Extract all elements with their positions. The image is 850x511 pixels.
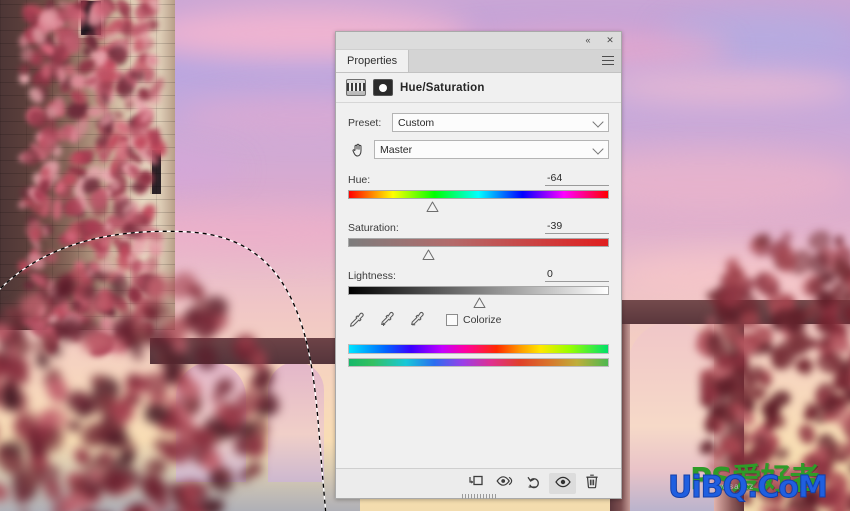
eye-icon — [554, 475, 571, 493]
slider-thumb[interactable] — [472, 297, 487, 309]
slider-track[interactable] — [348, 238, 609, 260]
slider-label: Saturation: — [348, 222, 399, 234]
panel-body: Preset: Custom Master Hue: -64 Saturation: — [336, 103, 621, 468]
delete-adjustment-button[interactable] — [578, 473, 605, 494]
slider-label: Lightness: — [348, 270, 396, 282]
chevron-down-icon — [592, 143, 604, 155]
ivy-leaf — [108, 45, 128, 64]
reset-button[interactable] — [520, 473, 547, 494]
color-range-spectrum — [348, 344, 609, 367]
slider-thumb[interactable] — [425, 201, 440, 213]
tree-leaf — [67, 420, 81, 431]
channel-select[interactable]: Master — [374, 140, 609, 159]
slider-header: Hue: -64 — [348, 171, 609, 186]
clip-to-layer-button[interactable] — [462, 473, 489, 494]
eyedropper-sample-icon[interactable] — [348, 311, 365, 328]
eyedropper-add-icon[interactable] — [378, 311, 395, 328]
chevron-down-icon — [592, 116, 604, 128]
screenshot-root: « ✕ Properties Hue/Saturation Preset: Cu… — [0, 0, 850, 511]
tree-leaf — [703, 314, 719, 329]
slider-label: Hue: — [348, 174, 371, 186]
watermark: PS爱好者 www.sa...z UiBQ.CoM — [668, 456, 848, 508]
tree-leaf — [192, 309, 217, 341]
slider-header: Saturation: -39 — [348, 219, 609, 234]
slider-light: Lightness: 0 — [348, 267, 609, 309]
on-image-adjust-hand-icon[interactable] — [348, 141, 368, 159]
slider-thumb[interactable] — [421, 249, 436, 261]
spectrum-bar-result — [348, 358, 609, 367]
tree-leaf — [775, 246, 797, 273]
eye-arrow-icon — [495, 474, 514, 493]
undo-arrow-icon — [526, 474, 542, 494]
tree-leaf — [808, 337, 818, 349]
tree-leaf — [816, 288, 833, 309]
tab-properties[interactable]: Properties — [336, 50, 410, 72]
tree-leaf — [193, 342, 220, 372]
resize-grip[interactable] — [461, 494, 496, 499]
channel-value: Master — [380, 143, 413, 156]
eyedropper-tools-row: Colorize — [348, 311, 609, 328]
slider-value-input[interactable]: -64 — [545, 172, 609, 186]
watermark-text: UiBQ.CoM — [668, 470, 829, 506]
slider-track[interactable] — [348, 190, 609, 212]
colorize-checkbox[interactable]: Colorize — [446, 313, 502, 326]
ivy-leaf — [122, 19, 133, 38]
tree-leaf — [128, 344, 146, 364]
slider-sat: Saturation: -39 — [348, 219, 609, 261]
collapse-to-icons-icon[interactable]: « — [581, 34, 595, 47]
slider-value-input[interactable]: 0 — [545, 268, 609, 282]
toggle-visibility-button[interactable] — [549, 473, 576, 494]
slider-track[interactable] — [348, 286, 609, 308]
properties-panel[interactable]: « ✕ Properties Hue/Saturation Preset: Cu… — [335, 31, 622, 499]
tree-leaf — [0, 478, 12, 505]
page-title: Hue/Saturation — [400, 81, 485, 94]
preset-value: Custom — [398, 116, 435, 129]
preset-label: Preset: — [348, 116, 382, 129]
toggle-previous-state-button[interactable] — [491, 473, 518, 494]
panel-menu-icon[interactable] — [602, 56, 614, 65]
checkbox-box[interactable] — [446, 313, 458, 326]
trash-icon — [585, 473, 599, 494]
eyedropper-subtract-icon[interactable] — [408, 311, 425, 328]
channel-row: Master — [348, 140, 609, 159]
panel-footer-toolbar[interactable] — [336, 468, 621, 499]
colorize-label: Colorize — [463, 313, 502, 326]
tree-leaf — [90, 374, 105, 387]
tree-leaf — [81, 330, 110, 353]
preset-select[interactable]: Custom — [392, 113, 609, 132]
slider-value-input[interactable]: -39 — [545, 220, 609, 234]
ivy-leaf — [109, 181, 122, 191]
slider-group: Hue: -64 Saturation: -39 Lightness: 0 — [348, 171, 609, 309]
hue-saturation-adjustment-icon[interactable] — [346, 79, 366, 96]
preset-row: Preset: Custom — [348, 113, 609, 132]
slider-header: Lightness: 0 — [348, 267, 609, 282]
spectrum-bar-source — [348, 344, 609, 354]
layer-mask-icon[interactable] — [373, 79, 393, 96]
close-icon[interactable]: ✕ — [603, 34, 617, 47]
panel-title-bar[interactable]: « ✕ — [336, 32, 621, 50]
foreground-tree-left — [0, 268, 283, 511]
panel-tab-bar[interactable]: Properties — [336, 50, 621, 73]
adjustment-title-row: Hue/Saturation — [336, 73, 621, 103]
tree-leaf — [796, 421, 818, 446]
tree-leaf — [107, 277, 124, 296]
viaduct-arch — [268, 362, 324, 482]
clip-to-layer-icon — [468, 474, 484, 493]
slider-hue: Hue: -64 — [348, 171, 609, 213]
